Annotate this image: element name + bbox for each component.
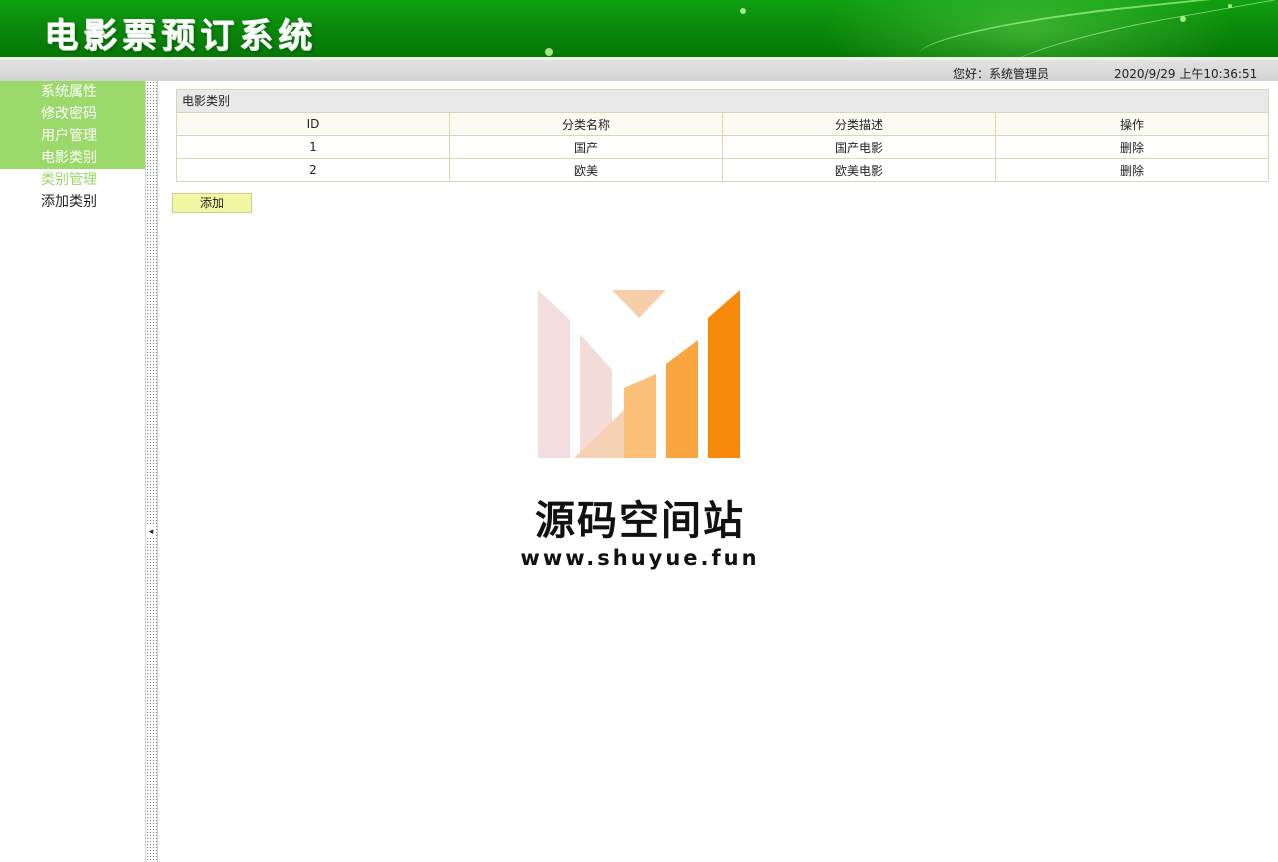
column-header-name: 分类名称 — [449, 112, 723, 136]
category-table: ID 分类名称 分类描述 操作 1 国产 国产电影 删除 2 欧美 欧美电影 删… — [176, 112, 1269, 182]
sidebar-item-category-management[interactable]: 类别管理 — [41, 169, 97, 191]
watermark-url: www.shuyue.fun — [520, 546, 760, 570]
user-greeting: 您好：系统管理员 — [953, 67, 1050, 81]
banner-sparkle — [1228, 4, 1232, 8]
cell-id: 2 — [176, 158, 450, 182]
cell-name: 国产 — [449, 135, 723, 159]
cell-description: 欧美电影 — [722, 158, 996, 182]
sidebar-item-system-properties[interactable]: 系统属性 — [41, 81, 97, 103]
collapse-arrow-icon[interactable]: ◂ — [147, 526, 155, 538]
panel-title: 电影类别 — [177, 90, 1268, 113]
banner-sparkle — [545, 48, 553, 56]
table-row: 2 欧美 欧美电影 删除 — [176, 158, 1269, 182]
watermark: 源码空间站 www.shuyue.fun — [520, 290, 760, 580]
banner-sparkle — [740, 8, 746, 14]
category-panel: 电影类别 — [176, 89, 1269, 113]
cell-name: 欧美 — [449, 158, 723, 182]
watermark-logo-icon — [538, 290, 740, 458]
watermark-title: 源码空间站 — [535, 498, 745, 544]
sidebar-item-user-management[interactable]: 用户管理 — [41, 125, 97, 147]
column-header-description: 分类描述 — [722, 112, 996, 136]
delete-link[interactable]: 删除 — [995, 158, 1269, 182]
table-header-row: ID 分类名称 分类描述 操作 — [176, 112, 1269, 136]
table-row: 1 国产 国产电影 删除 — [176, 135, 1269, 159]
banner-sparkle — [1180, 16, 1186, 22]
delete-link[interactable]: 删除 — [995, 135, 1269, 159]
app-title: 电影票预订系统 — [44, 16, 317, 56]
header-banner: 电影票预订系统 — [0, 0, 1278, 57]
sidebar-item-add-category[interactable]: 添加类别 — [41, 191, 97, 213]
add-button[interactable]: 添加 — [172, 193, 252, 213]
sidebar-menu: 系统属性 修改密码 用户管理 电影类别 类别管理 添加类别 — [0, 81, 145, 862]
column-header-id: ID — [176, 112, 450, 136]
cell-id: 1 — [176, 135, 450, 159]
sidebar-splitter[interactable] — [145, 81, 158, 862]
sidebar-item-movie-category[interactable]: 电影类别 — [41, 147, 97, 169]
cell-description: 国产电影 — [722, 135, 996, 159]
status-bar: 您好：系统管理员 2020/9/29 上午10:36:51 — [0, 60, 1278, 81]
column-header-action: 操作 — [995, 112, 1269, 136]
sidebar-item-change-password[interactable]: 修改密码 — [41, 103, 97, 125]
current-datetime: 2020/9/29 上午10:36:51 — [1114, 67, 1258, 81]
